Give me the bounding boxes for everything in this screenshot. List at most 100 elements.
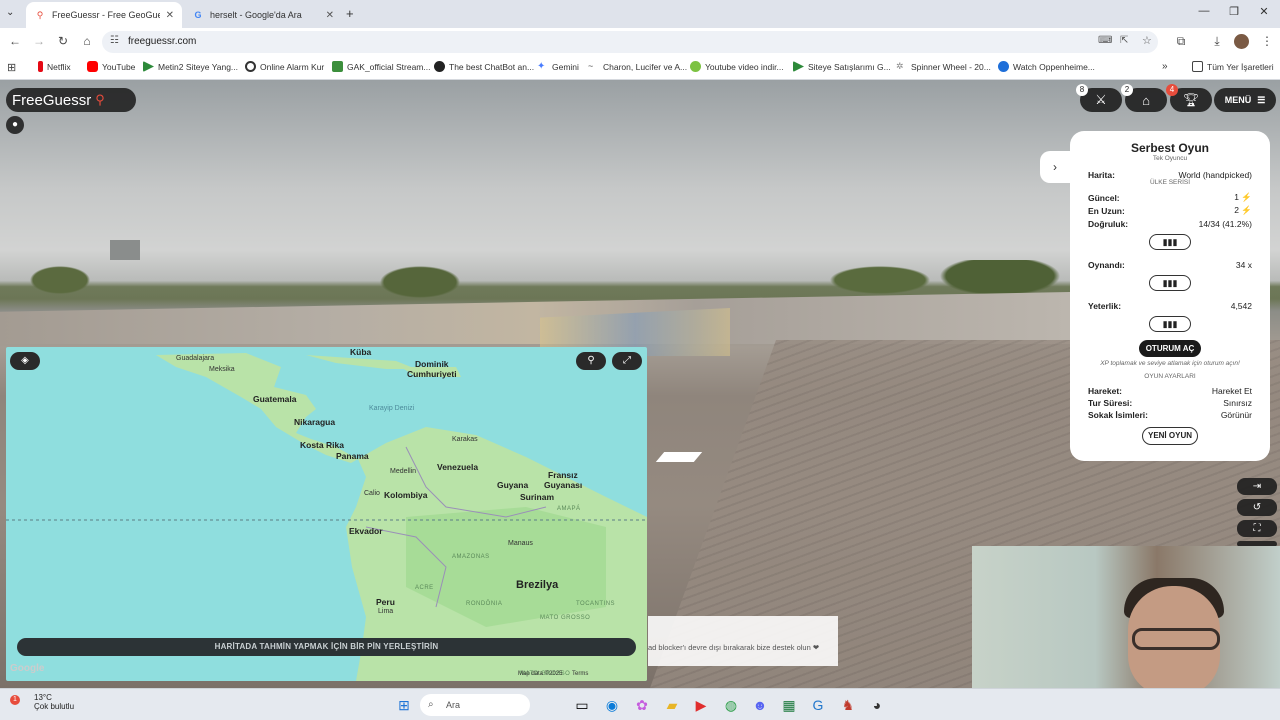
undo-icon[interactable]: ↺ xyxy=(1237,499,1277,516)
chevron-right-icon: › xyxy=(1053,160,1057,174)
map-label-brezilya: Brezilya xyxy=(516,579,559,591)
map-label-ekvador: Ekvador xyxy=(349,526,383,536)
taskbar-search[interactable]: ⌕ Ara xyxy=(420,694,530,716)
task-view-icon[interactable]: ▭ xyxy=(572,697,592,714)
address-bar[interactable]: ☷ freeguessr.com ⌨ ⇱ ☆ xyxy=(102,31,1158,53)
map-label-medellin: Medellin xyxy=(390,468,417,475)
menu-button[interactable]: MENÜ ☰ xyxy=(1214,88,1276,112)
bookmark-charon[interactable]: ~ Charon, Lucifer ve A... xyxy=(588,61,687,72)
bookmark-youtube[interactable]: YouTube xyxy=(87,61,135,72)
cast-icon[interactable]: ⇱ xyxy=(1120,35,1128,46)
webcam-person-glasses xyxy=(1132,628,1220,650)
bookmark-star-icon[interactable]: ☆ xyxy=(1142,34,1152,47)
user-profile-icon[interactable]: ● xyxy=(6,116,24,134)
streets-setting-row: Sokak İsimleri: Görünür xyxy=(1088,410,1252,420)
edge-icon[interactable]: ◉ xyxy=(602,697,622,714)
reload-icon[interactable]: ↻ xyxy=(54,34,72,48)
current-streak-row: Güncel: 1 ⚡ xyxy=(1088,192,1252,203)
bookmark-satislar[interactable]: Siteye Satışlarımı G... xyxy=(793,61,891,72)
all-bookmarks[interactable]: Tüm Yer İşaretleri xyxy=(1192,61,1274,72)
map-label-panama: Panama xyxy=(336,451,369,461)
bookmark-oppenheimer[interactable]: Watch Oppenheime... xyxy=(998,61,1095,72)
panel-subtitle: Tek Oyuncu xyxy=(1152,155,1188,162)
app-icon[interactable]: ◕ xyxy=(867,697,887,713)
terms-link[interactable]: Terms xyxy=(572,671,588,677)
play-icon xyxy=(793,61,804,72)
bookmark-gemini[interactable]: ✦ Gemini xyxy=(537,61,579,72)
map-label-kosta-rika: Kosta Rika xyxy=(300,440,344,450)
bookmark-netflix[interactable]: Netflix xyxy=(38,61,71,72)
collapse-right-icon[interactable]: ⇥ xyxy=(1237,478,1277,495)
weather-widget[interactable]: 1 13°C Çok bulutlu xyxy=(10,693,74,711)
tab-google-search[interactable]: G herselt - Google'da Ara ✕ xyxy=(184,2,342,28)
skill-chart-button[interactable]: ▮▮▮ xyxy=(1149,316,1191,332)
bookmark-alarm[interactable]: Online Alarm Kur xyxy=(245,61,324,72)
tab-search-icon[interactable]: ⌄ xyxy=(6,7,14,18)
back-icon[interactable]: ← xyxy=(6,34,24,48)
google-favicon-icon: G xyxy=(194,10,202,20)
excel-icon[interactable]: ▦ xyxy=(779,697,799,714)
map-label-meksika: Meksika xyxy=(209,366,235,373)
accuracy-row: Doğruluk: 14/34 (41.2%) xyxy=(1088,218,1252,229)
map-label-guyanasi: Guyanası xyxy=(544,480,583,490)
copilot-icon[interactable]: ✿ xyxy=(632,697,652,714)
more-bookmarks-icon[interactable]: » xyxy=(1162,61,1168,72)
search-icon: ⌕ xyxy=(428,699,434,710)
bookmark-youtube-downloader[interactable]: Youtube video indir... xyxy=(690,61,784,72)
translate-icon[interactable]: ⌨ xyxy=(1098,35,1112,46)
download-icon[interactable]: ⤓ xyxy=(1208,34,1226,49)
bar-chart-icon: ▮▮▮ xyxy=(1162,237,1178,247)
map-label-kuba: Küba xyxy=(350,347,372,357)
fullscreen-icon[interactable]: ⛶ xyxy=(1237,520,1277,537)
extensions-icon[interactable]: ⧉ xyxy=(1172,34,1190,49)
dash-icon: ~ xyxy=(588,61,594,71)
shop-badge: 2 xyxy=(1121,84,1133,96)
file-explorer-icon[interactable]: ▰ xyxy=(662,697,682,714)
close-tab-icon[interactable]: ✕ xyxy=(166,10,174,21)
navigation-arrow[interactable] xyxy=(655,452,703,462)
bookmark-spinner[interactable]: ✲ Spinner Wheel - 20... xyxy=(896,61,991,72)
minimize-icon[interactable]: — xyxy=(1194,5,1214,17)
map-label-manaus: Manaus xyxy=(508,540,533,547)
tab-freeguessr[interactable]: ⚲ FreeGuessr - Free GeoGuessr Al ✕ xyxy=(26,2,182,28)
bar-chart-icon: ▮▮▮ xyxy=(1162,278,1178,288)
panel-collapse-button[interactable]: › xyxy=(1040,151,1070,183)
close-tab-icon[interactable]: ✕ xyxy=(326,10,334,21)
app-g-icon[interactable]: G xyxy=(808,697,828,713)
chrome-icon[interactable]: ◍ xyxy=(721,697,741,714)
skill-row: Yeterlik: 4,542 xyxy=(1088,300,1252,311)
close-window-icon[interactable]: ✕ xyxy=(1254,5,1274,18)
apps-grid-icon[interactable]: ⊞ xyxy=(7,61,16,74)
site-info-icon[interactable]: ☷ xyxy=(110,35,119,46)
windows-start-icon[interactable]: ⊞ xyxy=(394,697,414,714)
forward-icon[interactable]: → xyxy=(30,34,48,48)
new-game-button[interactable]: YENİ OYUN xyxy=(1142,427,1198,445)
bookmark-metin2[interactable]: Metin2 Siteye Yang... xyxy=(143,61,238,72)
maximize-icon[interactable]: ❐ xyxy=(1224,5,1244,18)
game-app-icon[interactable]: ♞ xyxy=(838,697,858,714)
bookmark-gak[interactable]: GAK_official Stream... xyxy=(332,61,430,72)
map-label-cali: Calio xyxy=(364,490,380,497)
login-button[interactable]: OTURUM AÇ xyxy=(1139,340,1201,357)
weather-temp: 13°C xyxy=(34,693,52,702)
map-layers-icon[interactable]: ◈ xyxy=(10,352,40,370)
new-tab-icon[interactable]: + xyxy=(346,6,354,21)
browser-menu-icon[interactable]: ⋮ xyxy=(1258,34,1276,48)
home-icon[interactable]: ⌂ xyxy=(78,34,96,48)
bookmark-chatbot[interactable]: The best ChatBot an... xyxy=(434,61,534,72)
map-label-tocantins: TOCANTINS xyxy=(576,601,616,607)
media-player-icon[interactable]: ▶ xyxy=(691,697,711,714)
pin-map-icon[interactable]: ⚲ xyxy=(576,352,606,370)
bolt-icon: ⚡ xyxy=(1241,205,1252,215)
profile-avatar[interactable] xyxy=(1234,34,1249,49)
discord-icon[interactable]: ☻ xyxy=(750,697,770,713)
webcam-overlay xyxy=(972,546,1280,688)
map-label-mato-grosso: MATO GROSSO xyxy=(540,615,591,621)
map-label-guatemala: Guatemala xyxy=(253,394,297,404)
accuracy-chart-button[interactable]: ▮▮▮ xyxy=(1149,234,1191,250)
played-chart-button[interactable]: ▮▮▮ xyxy=(1149,275,1191,291)
freeguessr-logo[interactable]: FreeGuessr ⚲ xyxy=(6,88,136,112)
panel-title: Serbest Oyun xyxy=(1130,141,1210,155)
expand-map-icon[interactable]: ⤢ xyxy=(612,352,642,370)
guess-map[interactable]: Küba Dominik Cumhuriyeti Guadalajara Mek… xyxy=(6,347,647,681)
